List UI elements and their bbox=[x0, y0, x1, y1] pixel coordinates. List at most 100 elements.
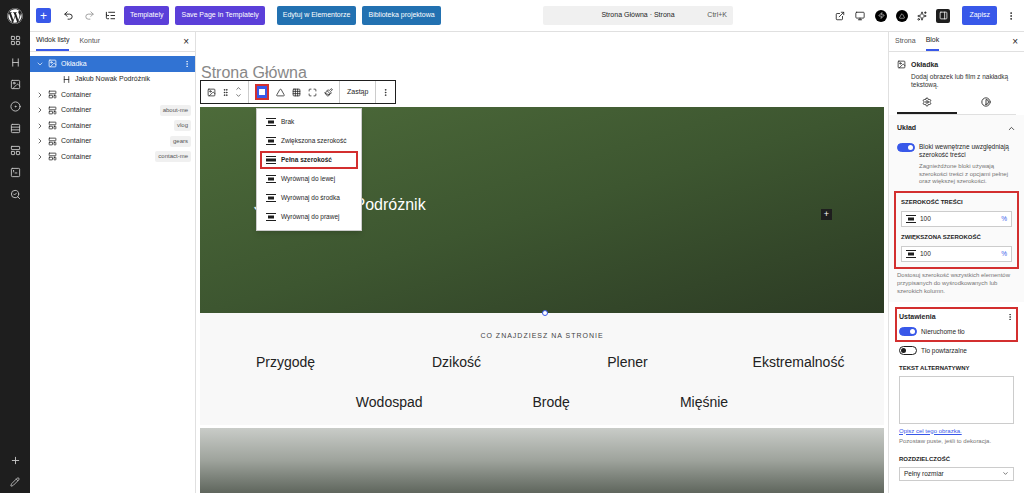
second-cover-block[interactable] bbox=[200, 428, 884, 493]
settings-toggle[interactable] bbox=[936, 9, 950, 23]
collapsed-icon[interactable] bbox=[36, 106, 44, 114]
options-icon[interactable] bbox=[1006, 313, 1014, 321]
plugin-button[interactable]: Templately bbox=[124, 6, 169, 25]
sidebar-tab[interactable]: Blok bbox=[926, 32, 940, 51]
drag-icon[interactable] bbox=[221, 88, 230, 97]
duotone-icon[interactable] bbox=[324, 88, 333, 97]
rail-icon[interactable] bbox=[10, 57, 21, 68]
preview-icon[interactable] bbox=[855, 11, 865, 21]
collapse-icon[interactable] bbox=[1007, 124, 1016, 133]
add-icon[interactable] bbox=[10, 455, 21, 466]
plugin-logo-icon[interactable] bbox=[875, 10, 887, 22]
fixed-background-toggle[interactable] bbox=[899, 327, 917, 336]
alt-text-link[interactable]: Opisz cel tego obrazka. bbox=[899, 427, 1014, 436]
container-icon bbox=[48, 106, 57, 115]
replace-button[interactable]: Zastąp bbox=[340, 81, 376, 103]
list-view-item[interactable]: Containerabout-me bbox=[30, 103, 195, 119]
width-input[interactable]: 100% bbox=[901, 246, 1012, 262]
list-view-item[interactable]: Containervlog bbox=[30, 118, 195, 134]
align-menu-item[interactable]: Wyrównaj do lewej bbox=[260, 170, 358, 188]
view-page-icon[interactable] bbox=[835, 11, 845, 21]
list-view-item[interactable]: Containercontact-me bbox=[30, 149, 195, 165]
align-menu-item[interactable]: Brak bbox=[260, 113, 358, 131]
cover-icon bbox=[48, 59, 57, 68]
sidebar-tab[interactable]: Strona bbox=[895, 32, 916, 51]
redo-icon[interactable] bbox=[84, 10, 95, 21]
anchor-badge: contact-me bbox=[155, 151, 191, 162]
options-icon[interactable] bbox=[381, 88, 390, 97]
wordpress-logo-icon[interactable] bbox=[7, 8, 23, 24]
align-option-icon bbox=[906, 249, 916, 259]
rail-icon[interactable] bbox=[10, 79, 21, 90]
align-option-icon bbox=[266, 174, 276, 184]
plugin-logo-icon[interactable] bbox=[896, 10, 908, 22]
plugin-button[interactable]: Edytuj w Elementorze bbox=[277, 6, 357, 25]
list-view-item[interactable]: Jakub Nowak Podróżnik bbox=[30, 72, 195, 88]
overlay-icon[interactable] bbox=[276, 88, 285, 97]
collapsed-icon[interactable] bbox=[36, 137, 44, 145]
list-view-item[interactable]: Container bbox=[30, 87, 195, 103]
rail-icon[interactable] bbox=[10, 167, 21, 178]
inspector-tab[interactable] bbox=[897, 97, 957, 114]
add-block-button[interactable]: + bbox=[821, 209, 832, 220]
list-view-item[interactable]: Okładka bbox=[30, 56, 195, 72]
document-overview-icon[interactable] bbox=[105, 10, 116, 21]
align-option-icon bbox=[266, 155, 276, 165]
resolution-select[interactable]: Pełny rozmiar bbox=[899, 467, 1014, 481]
alt-text-input[interactable] bbox=[899, 376, 1014, 424]
list-view-item[interactable]: Containergears bbox=[30, 134, 195, 150]
options-icon[interactable] bbox=[1006, 11, 1016, 21]
expanded-icon[interactable] bbox=[36, 60, 44, 68]
dropdown-icon bbox=[1002, 470, 1009, 477]
feature-word: Dzikość bbox=[371, 352, 542, 373]
settings-panel: UstawieniaNieruchome tło bbox=[895, 307, 1018, 342]
align-button[interactable] bbox=[255, 84, 269, 100]
align-menu: BrakZwiększona szerokośćPełna szerokośćW… bbox=[256, 108, 362, 231]
align-menu-item[interactable]: Pełna szerokość bbox=[260, 151, 358, 169]
collapsed-icon[interactable] bbox=[36, 122, 44, 130]
align-menu-item[interactable]: Wyrównaj do środka bbox=[260, 189, 358, 207]
item-options-icon[interactable] bbox=[183, 60, 191, 68]
rail-icon[interactable] bbox=[10, 145, 21, 156]
align-menu-item[interactable]: Wyrównaj do prawej bbox=[260, 208, 358, 226]
wordpress-editor: + Templately Save Page In Templately Edytuj… bbox=[0, 0, 1024, 493]
align-menu-item[interactable]: Zwiększona szerokość bbox=[260, 132, 358, 150]
page-title[interactable]: Strona Główna bbox=[200, 65, 884, 80]
inspector-tab[interactable] bbox=[957, 97, 1017, 114]
add-block-button[interactable]: + bbox=[36, 8, 51, 23]
collapsed-icon[interactable] bbox=[36, 153, 44, 161]
admin-rail bbox=[0, 0, 30, 493]
pencil-icon[interactable] bbox=[10, 477, 20, 487]
width-input[interactable]: 100% bbox=[901, 211, 1012, 227]
undo-icon[interactable] bbox=[63, 10, 74, 21]
move-down-icon[interactable] bbox=[235, 92, 242, 99]
block-toolbar: Zastąp bbox=[200, 80, 396, 104]
rail-icon[interactable] bbox=[10, 123, 21, 134]
command-bar[interactable]: Strona Główna · StronaCtrl+K bbox=[543, 6, 733, 25]
full-height-icon[interactable] bbox=[308, 88, 317, 97]
move-up-icon[interactable] bbox=[235, 85, 242, 92]
close-button[interactable]: × bbox=[183, 37, 189, 47]
rail-icon[interactable] bbox=[10, 189, 21, 200]
inner-width-toggle[interactable] bbox=[897, 143, 915, 152]
plugin-button[interactable]: Biblioteka projektowa bbox=[362, 6, 440, 25]
block-card: OkładkaDodaj obrazek lub film z nakładką… bbox=[889, 52, 1024, 89]
close-button[interactable]: × bbox=[1012, 37, 1018, 47]
feature-word: Wodospad bbox=[356, 392, 423, 413]
feature-word: Ekstremalność bbox=[713, 352, 884, 373]
position-icon[interactable] bbox=[292, 88, 301, 97]
repeat-background-toggle[interactable] bbox=[899, 346, 917, 355]
resize-handle[interactable] bbox=[542, 310, 548, 316]
feature-word: Mięśnie bbox=[680, 392, 728, 413]
ai-icon[interactable] bbox=[917, 11, 927, 21]
save-button[interactable]: Zapisz bbox=[962, 6, 997, 25]
collapsed-icon[interactable] bbox=[36, 91, 44, 99]
rail-icon[interactable] bbox=[10, 101, 21, 112]
list-view-tab[interactable]: Kontur bbox=[79, 32, 100, 51]
cover-icon[interactable] bbox=[207, 88, 216, 97]
rail-icon[interactable] bbox=[10, 35, 21, 46]
layout-panel: UkładBloki wewnętrzne uwzględniają szero… bbox=[889, 115, 1024, 301]
list-view-tab[interactable]: Widok listy bbox=[36, 32, 69, 51]
plugin-button[interactable]: Save Page In Templately bbox=[175, 6, 264, 25]
anchor-badge: about-me bbox=[160, 105, 191, 116]
